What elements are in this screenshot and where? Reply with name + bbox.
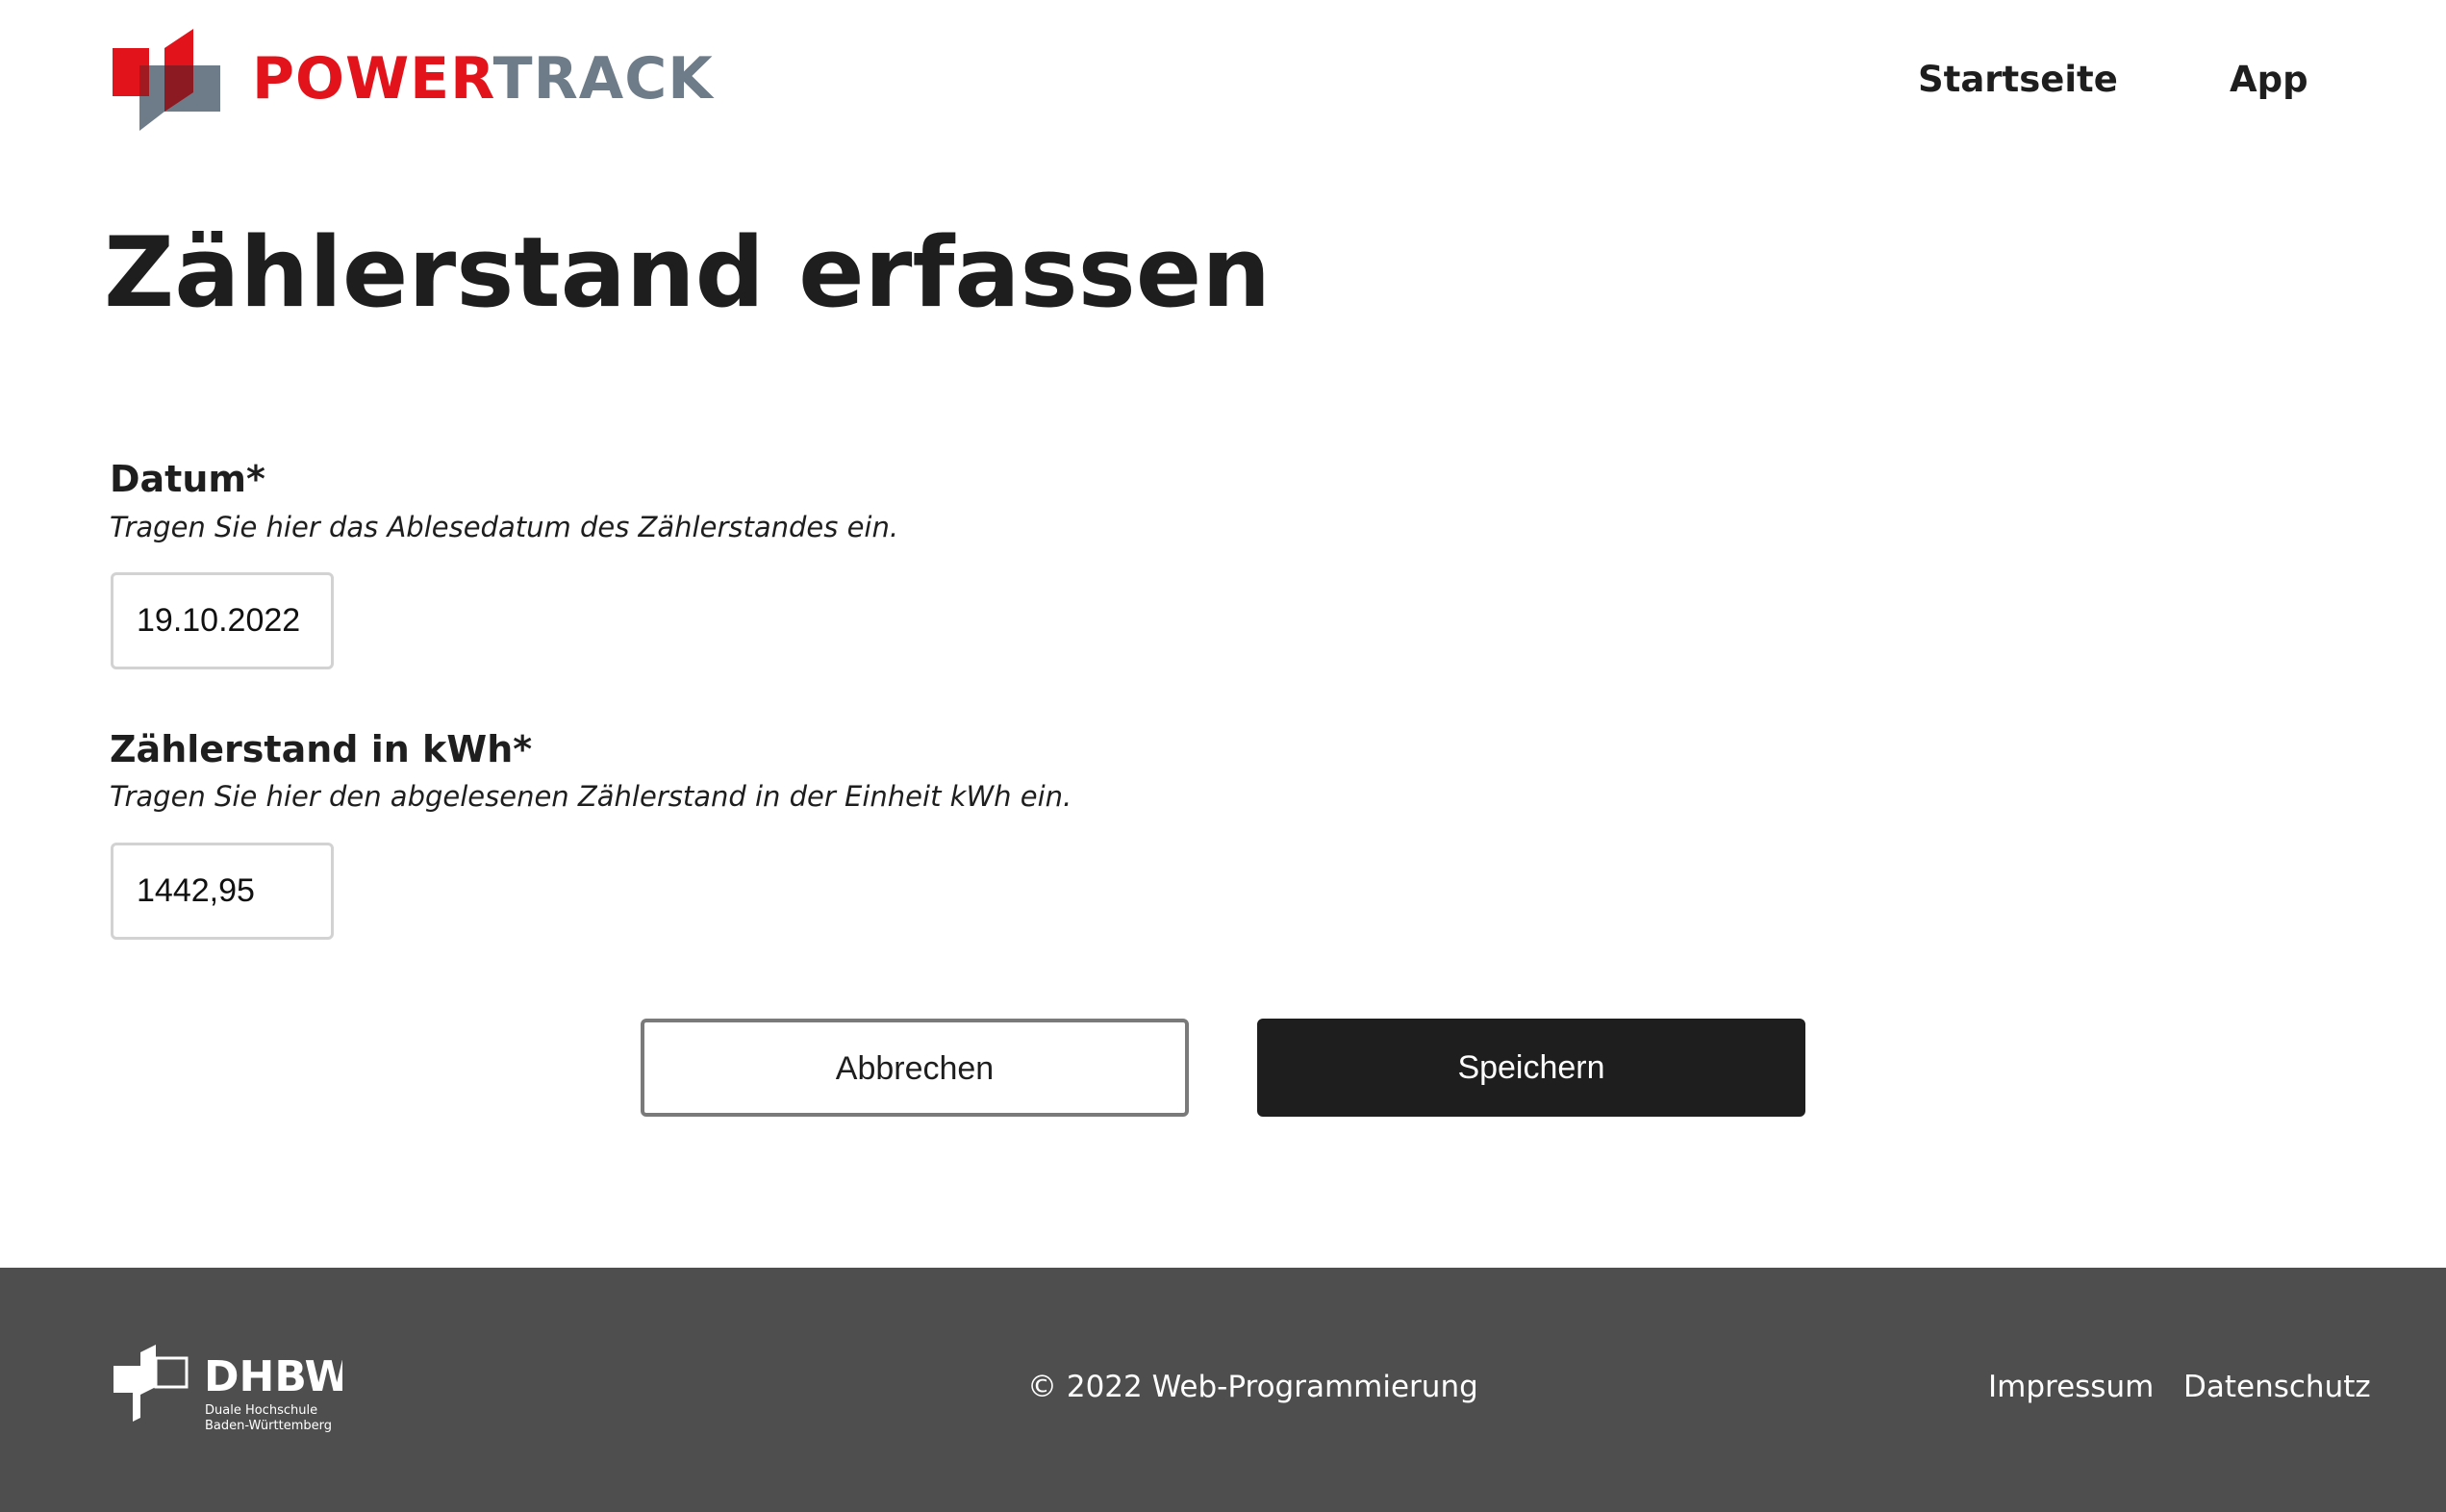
dhbw-logo-text: DHBW [204, 1352, 342, 1401]
date-input[interactable]: 19.10.2022 [111, 572, 334, 669]
dhbw-logo-icon[interactable]: DHBW Duale Hochschule Baden-Württemberg [112, 1345, 342, 1441]
meter-reading-hint: Tragen Sie hier den abgelesenen Zählerst… [110, 780, 1072, 813]
nav-link-startseite[interactable]: Startseite [1918, 56, 2118, 104]
date-hint: Tragen Sie hier das Ablesedatum des Zähl… [110, 511, 899, 543]
brand-part-power: POWER [252, 45, 493, 113]
footer-link-impressum[interactable]: Impressum [1988, 1368, 2154, 1406]
save-button[interactable]: Speichern [1257, 1019, 1805, 1117]
dhbw-logo-subtitle-1: Duale Hochschule [205, 1403, 317, 1418]
brand-wordmark[interactable]: POWERTRACK [252, 44, 714, 113]
footer-link-datenschutz[interactable]: Datenschutz [2183, 1368, 2371, 1406]
nav-link-app[interactable]: App [2230, 56, 2308, 104]
page: POWERTRACK Startseite App Zählerstand er… [0, 0, 2446, 1512]
date-label: Datum* [110, 458, 265, 500]
copyright-text: © 2022 Web-Programmierung [1027, 1370, 1478, 1404]
site-footer: DHBW Duale Hochschule Baden-Württemberg … [0, 1268, 2446, 1512]
site-header: POWERTRACK Startseite App [0, 0, 2446, 164]
meter-reading-input[interactable]: 1442,95 [111, 843, 334, 940]
meter-reading-label: Zählerstand in kWh* [110, 728, 533, 770]
powertrack-logo-icon[interactable] [113, 29, 220, 131]
brand-part-track: TRACK [492, 45, 714, 113]
cancel-button[interactable]: Abbrechen [641, 1019, 1189, 1117]
dhbw-logo-subtitle-2: Baden-Württemberg [205, 1419, 332, 1433]
page-title: Zählerstand erfassen [104, 215, 1272, 329]
